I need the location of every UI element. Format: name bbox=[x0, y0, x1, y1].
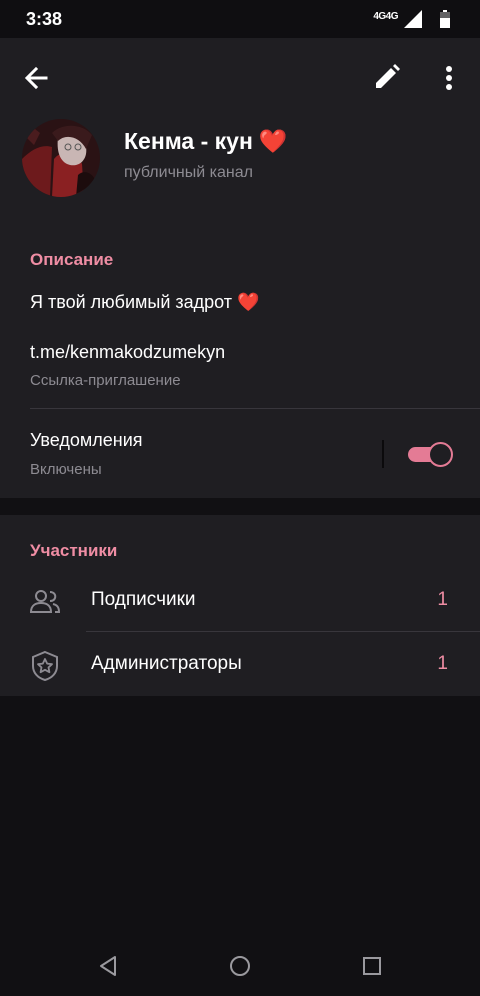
members-card: Участники Подписчики 1 Администраторы 1 bbox=[0, 515, 480, 696]
network-type: 4G4G bbox=[373, 10, 398, 22]
divider bbox=[86, 631, 480, 632]
pencil-icon[interactable] bbox=[372, 62, 402, 92]
shield-star-icon bbox=[32, 650, 58, 682]
notifications-label[interactable]: Уведомления bbox=[30, 430, 143, 451]
avatar-image bbox=[22, 119, 100, 197]
invite-link[interactable]: t.me/kenmakodzumekyn bbox=[30, 342, 225, 363]
signal-icon bbox=[404, 10, 422, 28]
battery-icon bbox=[440, 10, 450, 28]
channel-title: Кенма - кун ❤️ bbox=[124, 128, 288, 155]
channel-header: Кенма - кун ❤️ публичный канал bbox=[0, 38, 480, 222]
invite-link-label: Ссылка-приглашение bbox=[30, 372, 181, 389]
members-section-title: Участники bbox=[30, 541, 118, 560]
more-vertical-icon[interactable] bbox=[437, 62, 461, 94]
channel-avatar[interactable] bbox=[22, 119, 100, 197]
status-bar: 3:38 4G4G bbox=[0, 0, 480, 38]
users-icon bbox=[29, 590, 61, 613]
recents-square-icon[interactable] bbox=[360, 954, 384, 978]
description-section-title: Описание bbox=[30, 250, 114, 269]
channel-description[interactable]: Я твой любимый задрот ❤️ bbox=[30, 292, 259, 313]
heart-emoji: ❤️ bbox=[258, 128, 288, 154]
subscribers-count: 1 bbox=[437, 589, 448, 610]
home-circle-icon[interactable] bbox=[228, 954, 252, 978]
back-triangle-icon[interactable] bbox=[96, 954, 120, 978]
admins-count: 1 bbox=[437, 653, 448, 674]
system-nav-bar bbox=[0, 936, 480, 996]
divider bbox=[30, 408, 480, 409]
status-time: 3:38 bbox=[26, 9, 63, 29]
notifications-status: Включены bbox=[30, 461, 102, 478]
status-icons: 4G4G bbox=[373, 8, 450, 30]
notifications-toggle[interactable] bbox=[408, 441, 454, 467]
channel-name: Кенма - кун bbox=[124, 128, 253, 154]
vertical-divider bbox=[382, 440, 384, 468]
admins-label[interactable]: Администраторы bbox=[91, 653, 242, 675]
info-card: Описание Я твой любимый задрот ❤️ t.me/k… bbox=[0, 222, 480, 498]
arrow-left-icon[interactable] bbox=[20, 62, 52, 94]
subscribers-label[interactable]: Подписчики bbox=[91, 589, 196, 611]
toggle-knob bbox=[428, 442, 453, 467]
channel-type: публичный канал bbox=[124, 164, 253, 181]
